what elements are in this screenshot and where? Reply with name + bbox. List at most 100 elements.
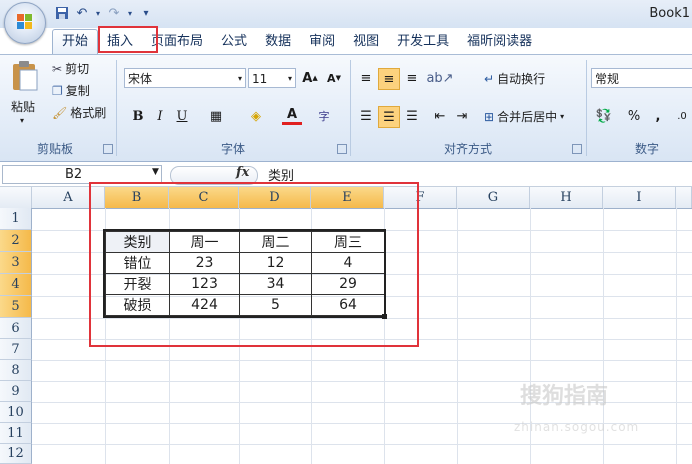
brush-icon: 🖌 xyxy=(52,105,68,120)
chevron-down-icon: ▾ xyxy=(560,112,565,121)
format-painter-label: 格式刷 xyxy=(70,106,107,120)
row-header[interactable]: 11 xyxy=(0,423,32,444)
comma-style-button[interactable]: , xyxy=(648,106,668,126)
chevron-down-icon: ▾ xyxy=(237,74,242,83)
row-header[interactable]: 5 xyxy=(0,296,32,318)
borders-icon[interactable]: ▦ xyxy=(206,106,226,126)
number-group-label: 数字 xyxy=(634,142,659,156)
cut-label: 剪切 xyxy=(65,62,90,76)
copy-icon: ❐ xyxy=(52,83,63,98)
alignment-launcher-icon[interactable] xyxy=(572,144,582,154)
copy-label: 复制 xyxy=(65,84,90,98)
quick-access-toolbar: ↶ ▾ ↷ ▾ ▾ xyxy=(54,3,154,23)
font-name-select[interactable]: 宋体 ▾ xyxy=(124,68,246,88)
merge-center-label: 合并后居中 xyxy=(497,110,558,124)
font-size-select[interactable]: 11 ▾ xyxy=(248,68,296,88)
row-header[interactable]: 7 xyxy=(0,339,32,360)
column-header[interactable]: I xyxy=(603,187,676,208)
insert-tab-highlight xyxy=(98,26,158,53)
scissors-icon: ✂ xyxy=(52,61,63,76)
column-header[interactable]: G xyxy=(457,187,530,208)
decrease-indent-icon[interactable]: ⇤ xyxy=(430,106,450,126)
font-size-value: 11 xyxy=(252,72,268,86)
grow-font-icon[interactable]: A ▲ xyxy=(300,68,320,88)
font-group-label: 字体 xyxy=(220,142,245,156)
number-format-select[interactable]: 常规 xyxy=(591,68,692,88)
underline-button[interactable]: U xyxy=(172,106,192,126)
column-header[interactable]: H xyxy=(530,187,603,208)
row-header[interactable]: 12 xyxy=(0,444,32,464)
grid-line xyxy=(676,208,677,464)
group-separator xyxy=(116,60,117,156)
grid-line xyxy=(32,360,692,361)
watermark-url: zhinan.sogou.com xyxy=(514,420,640,434)
format-painter-button[interactable]: 🖌 格式刷 xyxy=(52,104,106,121)
row-header[interactable]: 8 xyxy=(0,360,32,381)
group-separator xyxy=(586,60,587,156)
row-header[interactable]: 10 xyxy=(0,402,32,423)
table-highlight-box xyxy=(89,182,419,347)
row-header[interactable]: 9 xyxy=(0,381,32,402)
grid-line xyxy=(457,208,458,464)
redo-dropdown-icon[interactable]: ▾ xyxy=(126,5,134,21)
cut-button[interactable]: ✂ 剪切 xyxy=(52,60,89,77)
align-left-icon[interactable]: ☰ xyxy=(356,106,376,126)
alignment-group-label: 对齐方式 xyxy=(443,142,492,156)
align-right-icon[interactable]: ☰ xyxy=(402,106,422,126)
percent-button[interactable]: % xyxy=(624,106,644,126)
insert-function-icon[interactable]: fx xyxy=(236,165,249,180)
clipboard-launcher-icon[interactable] xyxy=(103,144,113,154)
tab-formulas[interactable]: 公式 xyxy=(212,30,256,54)
tab-data[interactable]: 数据 xyxy=(256,30,300,54)
tab-developer[interactable]: 开发工具 xyxy=(388,30,458,54)
wrap-text-label: 自动换行 xyxy=(497,72,546,86)
save-icon[interactable] xyxy=(54,5,70,21)
shrink-font-icon[interactable]: A ▼ xyxy=(324,68,344,88)
office-button[interactable] xyxy=(4,2,46,44)
align-center-icon[interactable]: ☰ xyxy=(378,106,400,128)
office-logo-icon xyxy=(17,14,33,30)
row-header[interactable]: 1 xyxy=(0,208,32,230)
paste-dropdown-icon[interactable]: ▾ xyxy=(20,116,24,125)
align-top-icon[interactable]: ≡ xyxy=(356,68,376,88)
select-all-corner[interactable] xyxy=(0,187,32,208)
row-header[interactable]: 3 xyxy=(0,252,32,274)
window-title: Book1 xyxy=(649,6,690,21)
increase-decimal-icon[interactable]: .0 xyxy=(672,106,692,126)
phonetic-guide-icon[interactable]: 字 xyxy=(314,106,334,126)
chevron-down-icon: ▾ xyxy=(287,74,292,83)
row-header[interactable]: 4 xyxy=(0,274,32,296)
row-header[interactable]: 2 xyxy=(0,230,32,252)
wrap-text-button[interactable]: ↵ 自动换行 xyxy=(484,70,545,87)
merge-icon: ⊞ xyxy=(484,109,495,124)
grid-line xyxy=(32,444,692,445)
undo-icon[interactable]: ↶ xyxy=(74,5,90,21)
tab-home[interactable]: 开始 xyxy=(52,29,99,54)
font-color-icon[interactable]: A xyxy=(282,106,302,125)
bold-button[interactable]: B xyxy=(128,106,148,126)
copy-button[interactable]: ❐ 复制 xyxy=(52,82,90,99)
tab-review[interactable]: 审阅 xyxy=(300,30,344,54)
watermark: 搜狗指南 xyxy=(520,384,609,409)
tab-view[interactable]: 视图 xyxy=(344,30,388,54)
orientation-icon[interactable]: ab↗ xyxy=(426,68,453,88)
undo-dropdown-icon[interactable]: ▾ xyxy=(94,5,102,21)
customize-qat-icon[interactable]: ▾ xyxy=(138,5,154,21)
row-header[interactable]: 6 xyxy=(0,318,32,339)
wrap-text-icon: ↵ xyxy=(484,71,495,86)
font-launcher-icon[interactable] xyxy=(337,144,347,154)
fill-color-icon[interactable]: ◈ xyxy=(246,106,266,126)
paste-button[interactable]: 粘贴 xyxy=(11,98,35,115)
paste-icon[interactable] xyxy=(10,60,40,92)
merge-center-button[interactable]: ⊞ 合并后居中 ▾ xyxy=(484,108,564,125)
redo-icon[interactable]: ↷ xyxy=(106,5,122,21)
italic-button[interactable]: I xyxy=(150,106,170,126)
align-middle-icon[interactable]: ≡ xyxy=(378,68,400,90)
tab-foxit-reader[interactable]: 福昕阅读器 xyxy=(458,30,541,54)
increase-indent-icon[interactable]: ⇥ xyxy=(452,106,472,126)
font-name-value: 宋体 xyxy=(128,72,153,86)
name-box-dropdown-icon[interactable]: ▼ xyxy=(152,167,159,177)
column-header-partial[interactable] xyxy=(676,187,692,208)
align-bottom-icon[interactable]: ≡ xyxy=(402,68,422,88)
currency-icon[interactable]: 💱 xyxy=(594,106,614,126)
